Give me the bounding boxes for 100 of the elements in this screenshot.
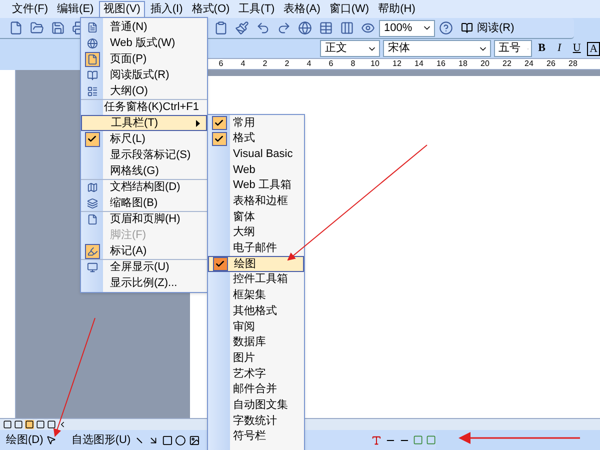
ruler-number: 2 <box>262 59 268 69</box>
menu-item[interactable]: 符号栏 <box>208 428 304 444</box>
menu-item[interactable]: 自动图文集 <box>208 397 304 414</box>
ruler-number: 4 <box>306 59 312 69</box>
menu-item[interactable]: 控件工具箱 <box>208 272 304 288</box>
character-border-button[interactable]: A <box>587 42 600 56</box>
font-color-icon[interactable] <box>371 434 382 446</box>
menu-item[interactable]: 常用 <box>208 115 304 131</box>
menu-item[interactable]: 帮助(H) <box>374 0 420 18</box>
menu-item[interactable]: 表格(A) <box>280 0 324 18</box>
menu-item-label: 电子邮件 <box>232 241 277 256</box>
menu-item[interactable]: 表格和边框 <box>208 193 304 210</box>
menu-item-label: 框架集 <box>232 288 266 304</box>
menu-item[interactable]: 艺术字 <box>208 366 304 382</box>
menu-item[interactable]: 页面(P) <box>81 51 207 67</box>
menu-item-label: 标记(A) <box>109 244 148 259</box>
ruler-number: 2 <box>284 59 290 69</box>
menu-item[interactable]: 大纲 <box>208 224 304 240</box>
ruler-number: 4 <box>240 59 246 69</box>
menu-item[interactable]: 格式 <box>208 130 304 146</box>
menu-item[interactable]: 大纲(O) <box>81 83 207 99</box>
menu-item-label: 缩略图(B) <box>109 196 159 211</box>
menu-item-label: 图片 <box>232 350 255 366</box>
menu-item-label: 窗体 <box>232 210 255 225</box>
menu-item[interactable]: 文档结构图(D) <box>81 179 207 195</box>
menu-item-label: 数据库 <box>232 334 266 350</box>
menu-item[interactable]: 缩略图(B) <box>81 195 207 211</box>
menu-item[interactable]: Web <box>208 162 304 178</box>
style-combo[interactable]: 正文 <box>320 40 380 57</box>
menu-item[interactable]: Web 工具箱 <box>208 178 304 194</box>
menu-item[interactable]: 阅读版式(R) <box>81 67 207 83</box>
3d-icon[interactable] <box>426 434 436 446</box>
menu-item-label: 标尺(L) <box>109 132 146 147</box>
ruler-number: 16 <box>436 59 446 69</box>
menu-item[interactable]: 图片 <box>208 350 304 366</box>
menu-item-label: 审阅 <box>232 320 255 335</box>
menu-item-label: 邮件合并 <box>232 382 277 398</box>
zoom-combo[interactable]: 100% <box>379 20 435 36</box>
menu-item-label: 控件工具箱 <box>232 272 288 288</box>
menu-item[interactable]: 邮件合并 <box>208 382 304 398</box>
menu-item-label: 艺术字 <box>232 366 266 382</box>
menu-item[interactable]: 其他格式 <box>208 303 304 319</box>
menu-item[interactable]: 页眉和页脚(H) <box>81 211 207 227</box>
autoshapes-menu-button[interactable]: 自选图形(U) <box>71 432 131 448</box>
read-button[interactable]: 阅读(R) <box>457 19 518 37</box>
underline-button[interactable]: U <box>570 40 584 57</box>
menu-item[interactable]: 绘图 <box>208 256 304 272</box>
shortcut-label: Ctrl+F1 <box>162 100 200 116</box>
menu-item[interactable]: 字数统计 <box>208 413 304 429</box>
ruler-number: 6 <box>218 59 224 69</box>
menu-item[interactable]: 文件(F) <box>8 0 52 18</box>
draw-menu-button[interactable]: 绘图(D) <box>6 432 44 448</box>
menu-item[interactable]: 窗口(W) <box>325 0 374 18</box>
menu-item[interactable]: 网格线(G) <box>81 163 207 179</box>
bold-button[interactable]: B <box>534 40 550 57</box>
submenu-arrow-icon <box>196 120 200 126</box>
menu-item-label: 任务窗格(K) <box>102 100 163 116</box>
menu-item-label: 表格和边框 <box>232 194 288 210</box>
ruler-number: 24 <box>524 59 534 69</box>
menu-item[interactable]: Visual Basic <box>208 146 304 162</box>
menu-item[interactable]: 审阅 <box>208 318 304 335</box>
ruler-number: 26 <box>546 59 556 69</box>
ruler-number: 22 <box>502 59 512 69</box>
oval-icon[interactable] <box>175 434 186 446</box>
menu-item-label: 字数统计 <box>232 414 277 429</box>
menu-item-label: 页眉和页脚(H) <box>109 212 182 228</box>
menu-item[interactable]: 格式(O) <box>188 0 234 18</box>
menu-item[interactable]: 显示比例(Z)... <box>81 275 207 291</box>
menu-item-label: 显示比例(Z)... <box>109 276 178 291</box>
menu-item[interactable]: Web 版式(W) <box>81 35 207 51</box>
menu-item-label: 网格线(G) <box>109 164 160 179</box>
menu-item[interactable]: 显示段落标记(S) <box>81 147 207 163</box>
menu-item[interactable]: 标尺(L) <box>81 131 207 147</box>
menu-item-label: 绘图 <box>233 256 256 272</box>
menu-item-label: 格式 <box>232 131 255 146</box>
menu-item[interactable]: 普通(N) <box>81 19 207 35</box>
menu-item-label: Visual Basic <box>232 146 293 162</box>
scroll-left-icon[interactable] <box>58 420 67 429</box>
menu-item[interactable]: 插入(I) <box>146 0 187 18</box>
menu-item[interactable]: 电子邮件 <box>208 240 304 256</box>
font-size-combo[interactable]: 五号 <box>494 40 532 57</box>
menu-item[interactable]: 编辑(E) <box>53 0 98 18</box>
picture-icon[interactable] <box>189 434 200 446</box>
ruler-number: 10 <box>370 59 380 69</box>
font-combo[interactable]: 宋体 <box>383 40 490 57</box>
menu-item[interactable]: 视图(V) <box>98 0 146 18</box>
menu-item-label: 自动图文集 <box>232 398 288 413</box>
rectangle-icon[interactable] <box>162 434 172 446</box>
menu-item[interactable]: 框架集 <box>208 288 304 304</box>
menu-item[interactable]: 窗体 <box>208 209 304 225</box>
menu-item-label: 其他格式 <box>232 304 277 319</box>
menu-item[interactable]: 数据库 <box>208 334 304 350</box>
menu-item[interactable]: 标记(A) <box>81 243 207 259</box>
italic-button[interactable]: I <box>552 40 567 57</box>
menu-item-label: 脚注(F) <box>109 228 148 243</box>
menu-item[interactable]: 工具(T) <box>234 0 279 18</box>
menu-item[interactable]: 工具栏(T) <box>81 115 207 131</box>
menu-item-label: 全屏显示(U) <box>109 260 170 276</box>
menu-item[interactable]: 全屏显示(U) <box>81 259 207 275</box>
pointer-icon[interactable] <box>46 434 56 446</box>
